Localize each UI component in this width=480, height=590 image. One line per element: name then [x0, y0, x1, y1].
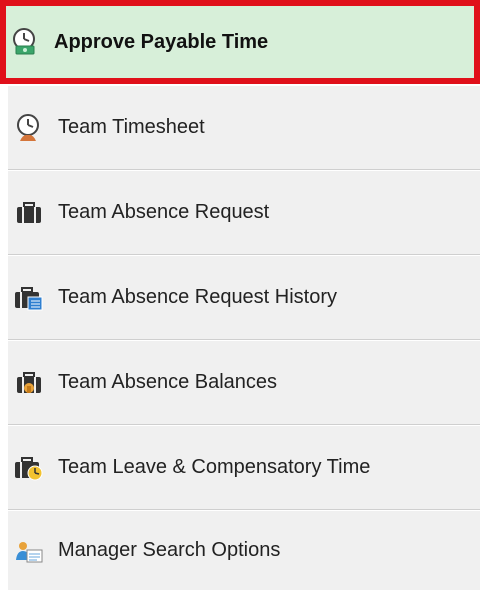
briefcase-calendar-icon: [12, 283, 46, 313]
menu-item-label: Team Absence Request: [58, 201, 270, 223]
menu-item-manager-search-options[interactable]: Manager Search Options: [8, 511, 480, 590]
menu-item-label: Team Absence Request History: [58, 286, 338, 308]
clock-team-icon: [12, 113, 46, 143]
menu-item-team-absence-request[interactable]: Team Absence Request: [8, 171, 480, 255]
menu-item-team-timesheet[interactable]: Team Timesheet: [8, 86, 480, 170]
menu-item-label: Team Leave & Compensatory Time: [58, 456, 371, 478]
menu-item-team-absence-request-history[interactable]: Team Absence Request History: [8, 256, 480, 340]
menu-item-label: Team Absence Balances: [58, 371, 278, 393]
manager-self-service-menu: Approve Payable Time Team Timesheet Team…: [0, 0, 480, 590]
menu-item-label: Manager Search Options: [58, 539, 281, 561]
clock-money-icon: [8, 27, 42, 57]
menu-item-approve-payable-time[interactable]: Approve Payable Time: [0, 0, 480, 84]
menu-item-label: Approve Payable Time: [54, 30, 269, 53]
menu-item-team-absence-balances[interactable]: Team Absence Balances: [8, 341, 480, 425]
briefcase-icon: [12, 198, 46, 228]
menu-item-team-leave-compensatory-time[interactable]: Team Leave & Compensatory Time: [8, 426, 480, 510]
menu-item-label: Team Timesheet: [58, 116, 205, 138]
briefcase-clock-icon: [12, 453, 46, 483]
manager-search-icon: [12, 536, 46, 566]
briefcase-balance-icon: [12, 368, 46, 398]
